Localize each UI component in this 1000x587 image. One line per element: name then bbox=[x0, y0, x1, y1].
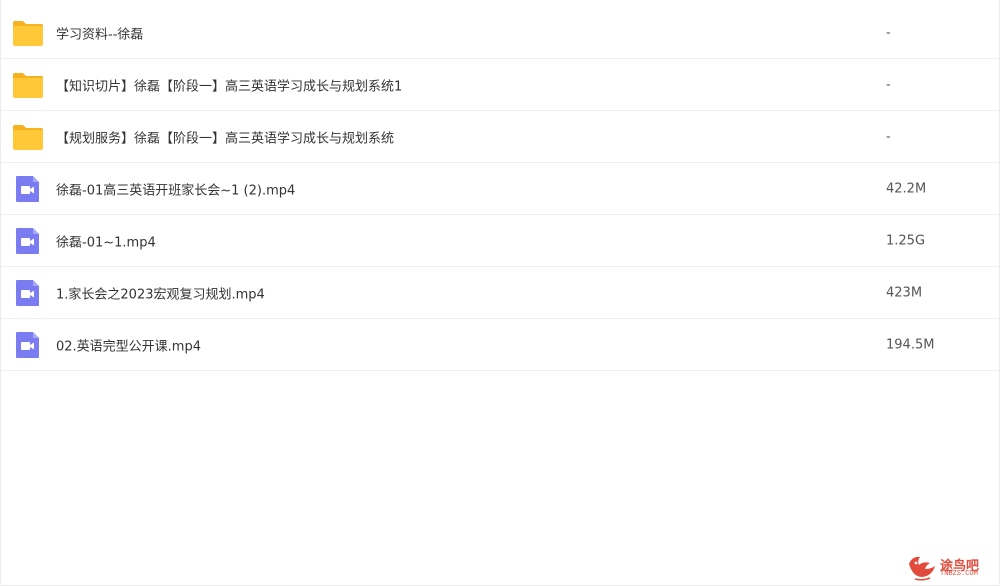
folder-icon bbox=[12, 123, 44, 151]
video-file-icon bbox=[12, 279, 44, 307]
file-size: 423M bbox=[886, 285, 923, 300]
watermark-subtext: TNBZS.COM bbox=[940, 570, 978, 578]
file-row-video[interactable]: 徐磊-01~1.mp4 1.25G bbox=[0, 215, 1000, 267]
file-size: - bbox=[886, 25, 891, 40]
folder-icon bbox=[12, 19, 44, 47]
file-row-video[interactable]: 徐磊-01高三英语开班家长会~1 (2).mp4 42.2M bbox=[0, 163, 1000, 215]
file-size: - bbox=[886, 77, 891, 92]
file-name: 02.英语完型公开课.mp4 bbox=[56, 339, 201, 354]
file-list: 学习资料--徐磊 - 【知识切片】徐磊【阶段一】高三英语学习成长与规划系统1 -… bbox=[0, 7, 1000, 371]
file-row-folder[interactable]: 【规划服务】徐磊【阶段一】高三英语学习成长与规划系统 - bbox=[0, 111, 1000, 163]
file-row-folder[interactable]: 【知识切片】徐磊【阶段一】高三英语学习成长与规划系统1 - bbox=[0, 59, 1000, 111]
video-file-icon bbox=[12, 175, 44, 203]
file-size: - bbox=[886, 129, 891, 144]
video-file-icon bbox=[12, 227, 44, 255]
file-name: 【规划服务】徐磊【阶段一】高三英语学习成长与规划系统 bbox=[56, 131, 395, 146]
file-row-video[interactable]: 1.家长会之2023宏观复习规划.mp4 423M bbox=[0, 267, 1000, 319]
file-name: 徐磊-01~1.mp4 bbox=[56, 235, 156, 250]
bird-logo-icon bbox=[906, 552, 938, 586]
file-name: 【知识切片】徐磊【阶段一】高三英语学习成长与规划系统1 bbox=[56, 79, 403, 94]
folder-icon bbox=[12, 71, 44, 99]
file-name: 学习资料--徐磊 bbox=[56, 27, 144, 42]
file-name: 1.家长会之2023宏观复习规划.mp4 bbox=[56, 287, 265, 302]
file-row-folder[interactable]: 学习资料--徐磊 - bbox=[0, 7, 1000, 59]
file-size: 42.2M bbox=[886, 181, 927, 196]
file-name: 徐磊-01高三英语开班家长会~1 (2).mp4 bbox=[56, 183, 296, 198]
file-row-video[interactable]: 02.英语完型公开课.mp4 194.5M bbox=[0, 319, 1000, 371]
site-watermark: 途鸟吧 TNBZS.COM bbox=[906, 552, 996, 582]
file-size: 1.25G bbox=[886, 233, 926, 248]
video-file-icon bbox=[12, 331, 44, 359]
file-size: 194.5M bbox=[886, 337, 935, 352]
